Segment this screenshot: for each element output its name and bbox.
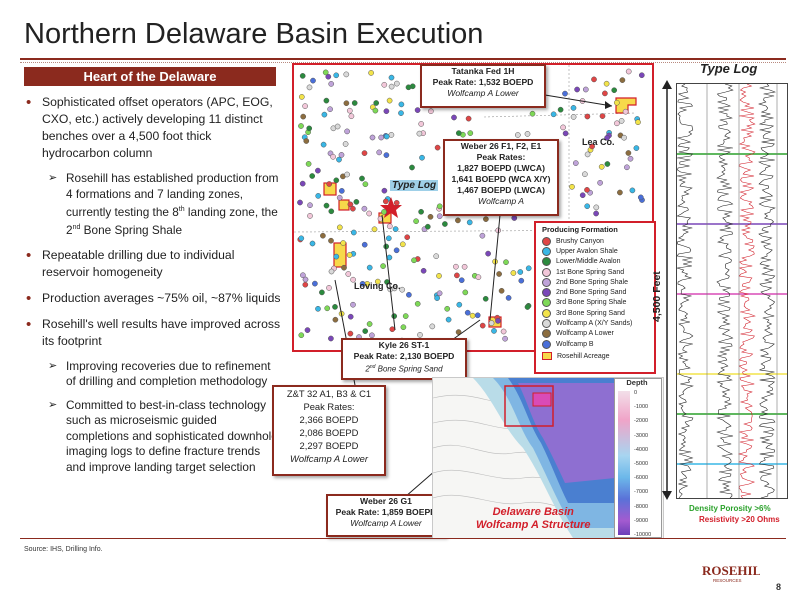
acreage-swatch	[542, 352, 552, 361]
legend-swatch	[542, 329, 551, 339]
legend-item: 3rd Bone Spring Shale	[536, 298, 654, 308]
depth-tick: -7000	[634, 489, 649, 496]
legend-item: Brushy Canyon	[536, 236, 654, 246]
depth-tick: 0	[634, 390, 638, 396]
log-curve	[737, 83, 756, 499]
depth-tick: -4000	[634, 446, 649, 453]
legend-swatch	[542, 298, 551, 308]
legend-item: 1st Bone Spring Sand	[536, 267, 654, 277]
depth-tick: -3000	[634, 432, 649, 439]
legend-item: 3rd Bone Spring Sand	[536, 308, 654, 318]
thickness-label: 4,500 Feet	[651, 271, 663, 322]
density-porosity-label: Density Porosity >6%	[689, 504, 771, 513]
callout-weber-g: Weber 26 G1 Peak Rate: 1,859 BOEPD Wolfc…	[326, 494, 446, 537]
legend-acreage: Rosehill Acreage	[536, 351, 654, 361]
depth-legend	[614, 378, 662, 538]
resistivity-label: Resistivity >20 Ohms	[699, 515, 780, 524]
depth-colorbar	[618, 391, 630, 535]
depth-tick: -2000	[634, 418, 649, 425]
legend-item-label: 3rd Bone Spring Shale	[556, 299, 627, 307]
log-tracks	[676, 83, 787, 499]
legend-item-label: Brushy Canyon	[556, 237, 604, 245]
legend-item: Wolfcamp B	[536, 339, 654, 349]
legend-item: 2nd Bone Spring Shale	[536, 277, 654, 287]
log-curve	[758, 83, 776, 499]
callout-weber-f: Weber 26 F1, F2, E1 Peak Rates: 1,827 BO…	[443, 139, 559, 216]
type-log-panel	[676, 83, 788, 499]
legend-item: Wolfcamp A (X/Y Sands)	[536, 318, 654, 329]
legend-swatch	[542, 267, 551, 277]
legend-items: Brushy Canyon Upper Avalon Shale Lower/Mid…	[536, 236, 654, 349]
legend-item-label: 2nd Bone Spring Shale	[556, 278, 628, 286]
log-curve	[716, 83, 734, 499]
callout-zt: Z&T 32 A1, B3 & C1 Peak Rates: 2,366 BOE…	[272, 385, 386, 476]
legend-swatch	[542, 236, 551, 246]
legend-item-label: 1st Bone Spring Sand	[556, 268, 625, 276]
footer-rule	[20, 538, 786, 539]
legend-title: Producing Formation	[542, 225, 618, 234]
legend-item-label: Lower/Middle Avalon	[556, 258, 621, 266]
basin-label: Delaware Basin Wolfcamp A Structure	[476, 506, 591, 531]
page-number: 8	[776, 582, 782, 592]
legend-item: Wolfcamp A Lower	[536, 329, 654, 339]
depth-tick: -8000	[634, 503, 649, 510]
svg-text:ROSEHILL: ROSEHILL	[702, 563, 760, 578]
depth-tick: -5000	[634, 461, 649, 467]
depth-tick: -9000	[634, 517, 649, 524]
depth-tick: -6000	[634, 475, 649, 482]
legend-swatch	[542, 246, 551, 256]
callout-tatanka: Tatanka Fed 1H Peak Rate: 1,532 BOEPD Wo…	[420, 64, 546, 108]
source-note: Source: IHS, Drilling Info.	[24, 546, 103, 553]
legend-swatch	[542, 319, 551, 329]
legend-item: Upper Avalon Shale	[536, 246, 654, 256]
producing-formation-legend: Producing Formation Brushy Canyon Upper A…	[534, 221, 656, 374]
depth-tick: -1000	[634, 404, 649, 411]
svg-text:RESOURCES: RESOURCES	[713, 578, 742, 583]
legend-item-label: Wolfcamp B	[556, 340, 594, 348]
legend-item-label: 2nd Bone Spring Sand	[556, 289, 627, 297]
type-log-title: Type Log	[700, 61, 758, 76]
legend-item: Lower/Middle Avalon	[536, 257, 654, 267]
legend-item-label: Wolfcamp A Lower	[556, 330, 614, 338]
legend-item-label: Upper Avalon Shale	[556, 247, 618, 255]
callout-kyle: Kyle 26 ST-1 Peak Rate: 2,130 BOEPD 2nd …	[341, 338, 467, 380]
log-curve	[676, 83, 694, 499]
rosehill-logo: ROSEHILL RESOURCES	[702, 563, 760, 583]
legend-swatch	[542, 308, 551, 318]
legend-item: 2nd Bone Spring Sand	[536, 287, 654, 298]
legend-item-label: Wolfcamp A (X/Y Sands)	[556, 320, 633, 328]
depth-legend-title: Depth	[626, 378, 648, 387]
legend-swatch	[542, 277, 551, 287]
legend-swatch	[542, 257, 551, 267]
legend-swatch	[542, 339, 551, 349]
legend-item-label: 3rd Bone Spring Sand	[556, 309, 625, 317]
legend-swatch	[542, 288, 551, 298]
